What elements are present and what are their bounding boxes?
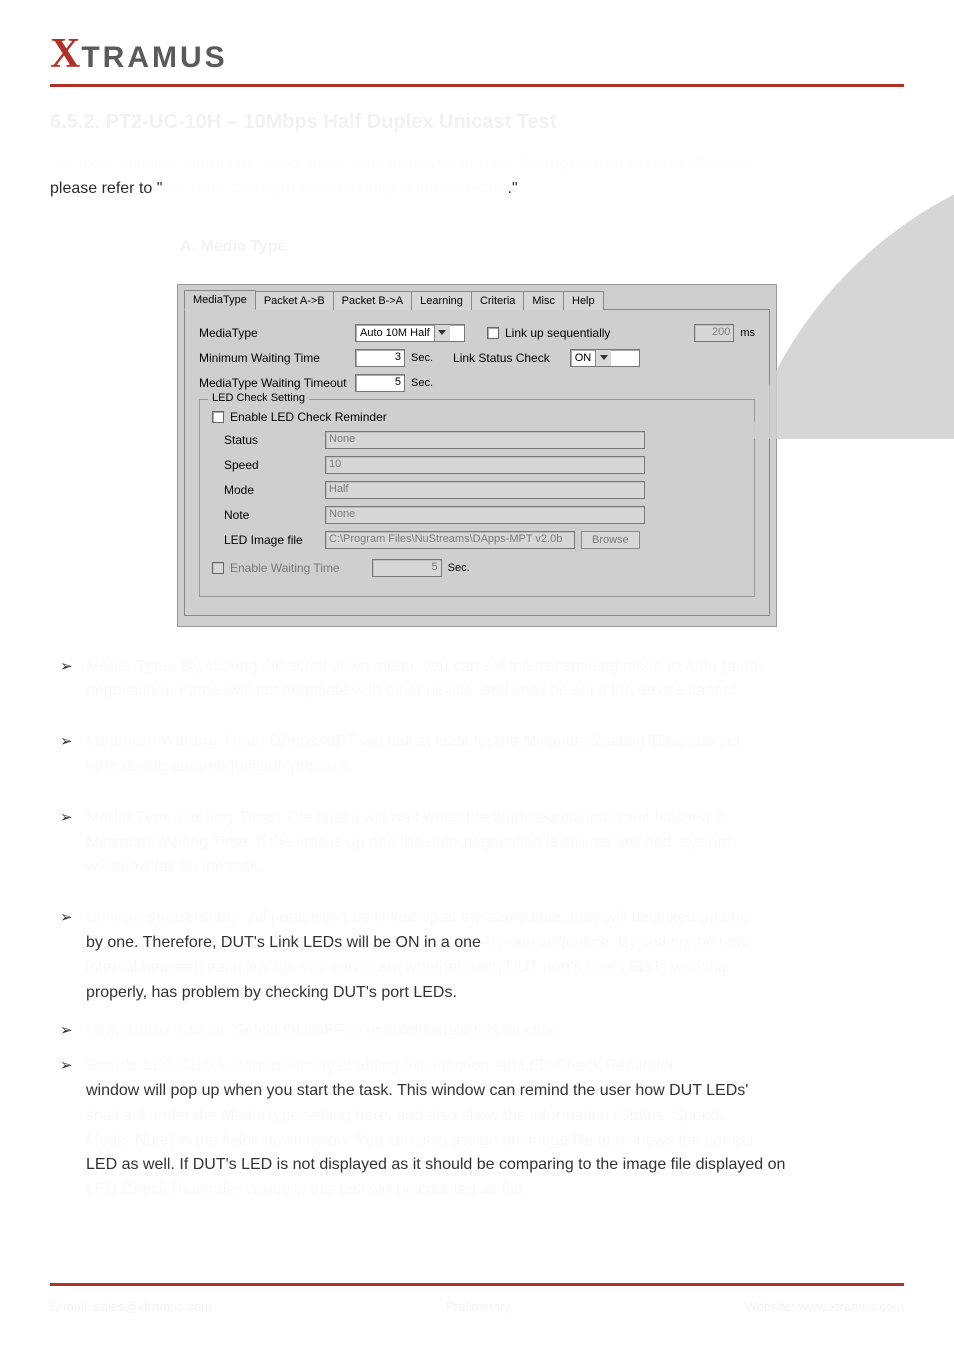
intro-paragraph: For more detailed information about basi… (50, 152, 904, 202)
led-status-label: Status (224, 433, 319, 447)
link-status-select[interactable]: ON (570, 349, 640, 367)
led-note-label: Note (224, 508, 319, 522)
led-check-fieldset: LED Check Setting Enable LED Check Remin… (199, 399, 755, 597)
tab-mediatype[interactable]: MediaType (184, 290, 256, 310)
tab-learning[interactable]: Learning (411, 291, 472, 310)
sec-unit-3: Sec. (448, 562, 470, 574)
section-title: 6.5.2. PT2-UC-10H – 10Mbps Half Duplex U… (50, 111, 904, 134)
bullet-link-status: Link Status Check: Select ON/OFF to enab… (86, 1019, 904, 1044)
bullet-list: Media Type: By clicking the scroll-down … (50, 655, 904, 1203)
min-wait-input[interactable]: 3 (355, 349, 405, 367)
link-status-label: Link Status Check (453, 351, 550, 365)
browse-button[interactable]: Browse (581, 531, 640, 549)
bullet-media-type: Media Type: By clicking the scroll-down … (86, 655, 904, 705)
timeout-label: MediaType Waiting Timeout (199, 376, 349, 390)
tab-bar: MediaType Packet A->B Packet B->A Learni… (178, 285, 776, 309)
footer: E-mail: sales@xtramus.com Preliminary We… (50, 1299, 904, 1314)
link-sequentially-label: Link up sequentially (505, 326, 610, 340)
min-wait-label: Minimum Waiting Time (199, 351, 349, 365)
chevron-down-icon (595, 350, 611, 366)
led-image-label: LED Image file (224, 533, 319, 547)
footer-rule (50, 1283, 904, 1286)
bullet-link-seq: Link up sequentially: All ports won't be… (86, 906, 904, 1005)
footer-right: Website: www.xtramus.com (745, 1299, 904, 1314)
led-speed-input[interactable]: 10 (325, 456, 645, 474)
led-check-legend: LED Check Setting (208, 392, 309, 404)
mediatype-select[interactable]: Auto 10M Half (355, 324, 465, 342)
mediatype-dialog: MediaType Packet A->B Packet B->A Learni… (177, 284, 777, 627)
footer-center: Preliminary (446, 1299, 511, 1314)
enable-waiting-time-label: Enable Waiting Time (230, 561, 340, 575)
tab-help[interactable]: Help (563, 291, 604, 310)
header-rule (50, 84, 904, 87)
led-image-input[interactable]: C:\Program Files\NuStreams\DApps-MPT v2.… (325, 531, 575, 549)
logo: X TRAMUS (50, 30, 904, 78)
logo-rest: TRAMUS (81, 41, 227, 75)
waiting-time-input[interactable]: 5 (372, 559, 442, 577)
bullet-led-reminder: Enable LED Check Reminder: By enabling t… (86, 1054, 904, 1203)
led-mode-label: Mode (224, 483, 319, 497)
enable-led-check-label: Enable LED Check Reminder (230, 410, 387, 424)
enable-led-check-checkbox[interactable] (212, 411, 224, 423)
link-sequentially-checkbox[interactable] (487, 327, 499, 339)
link-seq-interval-input[interactable]: 200 (694, 324, 734, 342)
footer-left: E-mail: sales@xtramus.com (50, 1299, 212, 1314)
tab-packet-ab[interactable]: Packet A->B (255, 291, 334, 310)
tab-panel: MediaType Auto 10M Half Link up sequenti… (184, 309, 770, 616)
sec-unit-2: Sec. (411, 377, 433, 389)
led-status-input[interactable]: None (325, 431, 645, 449)
enable-waiting-time-checkbox[interactable] (212, 562, 224, 574)
ms-unit: ms (740, 327, 755, 339)
bullet-min-wait: Minimum Waiting Time: DApps-MPT will hal… (86, 730, 904, 780)
mediatype-label: MediaType (199, 326, 349, 340)
led-note-input[interactable]: None (325, 506, 645, 524)
tab-misc[interactable]: Misc (523, 291, 564, 310)
subsection-caption: A. Media Type (180, 238, 904, 256)
led-speed-label: Speed (224, 458, 319, 472)
tab-packet-ba[interactable]: Packet B->A (333, 291, 412, 310)
sec-unit-1: Sec. (411, 352, 433, 364)
logo-x: X (50, 30, 79, 78)
tab-criteria[interactable]: Criteria (471, 291, 524, 310)
bullet-timeout: Media Type Waiting Time: The time it wil… (86, 806, 904, 880)
timeout-input[interactable]: 5 (355, 374, 405, 392)
led-mode-input[interactable]: Half (325, 481, 645, 499)
chevron-down-icon (434, 325, 450, 341)
